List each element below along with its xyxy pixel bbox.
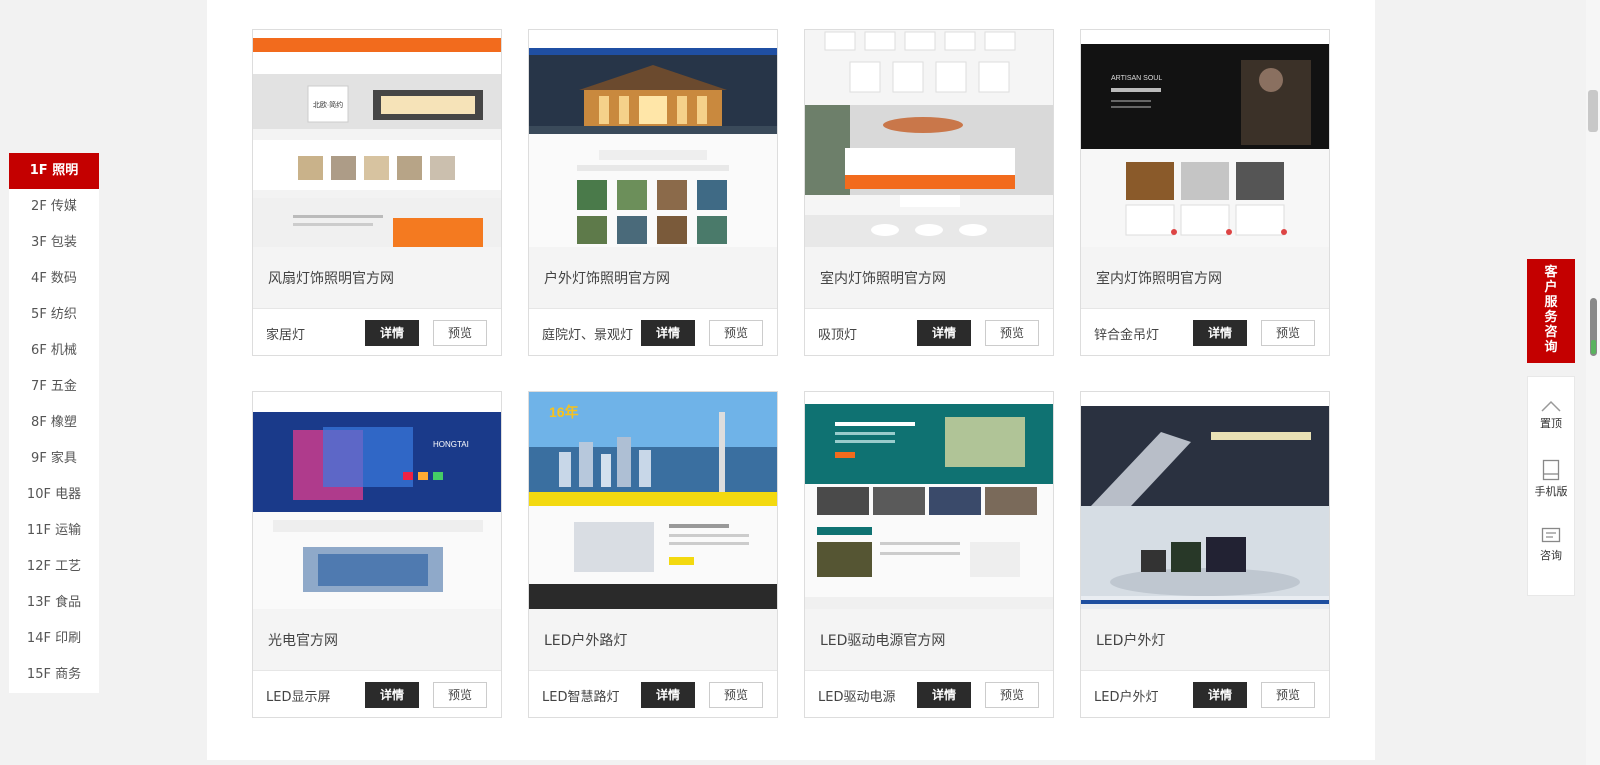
side-toolbar: 置顶 手机版 咨询	[1527, 376, 1575, 596]
floor-item-14f[interactable]: 14F 印刷	[9, 621, 99, 657]
preview-button[interactable]: 预览	[1261, 320, 1315, 346]
template-title[interactable]: 风扇灯饰照明官方网	[268, 268, 394, 288]
template-category: LED智慧路灯	[542, 690, 620, 705]
consult-button[interactable]: 咨询	[1528, 527, 1574, 563]
template-thumbnail[interactable]: HONGTAI	[253, 392, 501, 609]
template-card: 16年 LED户外路灯 LED智慧路灯 详情 预览	[528, 391, 778, 718]
mobile-version-button[interactable]: 手机版	[1528, 459, 1574, 499]
chevron-up-icon	[1541, 400, 1561, 412]
template-thumbnail[interactable]	[529, 30, 777, 247]
detail-button[interactable]: 详情	[365, 682, 419, 708]
template-title[interactable]: 室内灯饰照明官方网	[820, 268, 946, 288]
floor-item-12f[interactable]: 12F 工艺	[9, 549, 99, 585]
back-to-top-button[interactable]: 置顶	[1528, 399, 1574, 431]
template-thumbnail[interactable]	[1081, 392, 1329, 609]
floor-item-1f[interactable]: 1F 照明	[9, 153, 99, 189]
preview-button[interactable]: 预览	[709, 682, 763, 708]
template-card: HONGTAI 光电官方网 LED显示屏 详情 预览	[252, 391, 502, 718]
thumbnail-text: 16年	[549, 404, 579, 420]
template-card: LED户外灯 LED户外灯 详情 预览	[1080, 391, 1330, 718]
floor-nav: 1F 照明 2F 传媒 3F 包装 4F 数码 5F 纺织 6F 机械 7F 五…	[9, 153, 99, 693]
floor-item-2f[interactable]: 2F 传媒	[9, 189, 99, 225]
template-category: 吸顶灯	[818, 328, 858, 343]
template-card: ARTISAN SOUL 室内灯饰照明官方网 锌合金吊灯 详情 预览	[1080, 29, 1330, 356]
floor-item-7f[interactable]: 7F 五金	[9, 369, 99, 405]
detail-button[interactable]: 详情	[1193, 682, 1247, 708]
service-char: 务	[1544, 310, 1558, 325]
template-grid: 北欧·简约 风扇灯饰照明官方网 家居灯 详情 预览 户外灯饰照明官方网 庭院灯、…	[207, 0, 1375, 760]
detail-button[interactable]: 详情	[641, 682, 695, 708]
service-char: 客	[1544, 265, 1558, 280]
template-title[interactable]: 户外灯饰照明官方网	[544, 268, 670, 288]
preview-button[interactable]: 预览	[1261, 682, 1315, 708]
template-title[interactable]: LED驱动电源官方网	[820, 630, 945, 650]
template-thumbnail[interactable]: 16年	[529, 392, 777, 609]
template-category: 庭院灯、景观灯	[542, 328, 634, 343]
floor-item-10f[interactable]: 10F 电器	[9, 477, 99, 513]
template-category: 家居灯	[266, 328, 306, 343]
preview-button[interactable]: 预览	[985, 682, 1039, 708]
template-category: 锌合金吊灯	[1094, 328, 1160, 343]
preview-button[interactable]: 预览	[433, 682, 487, 708]
template-card: 北欧·简约 风扇灯饰照明官方网 家居灯 详情 预览	[252, 29, 502, 356]
floor-item-8f[interactable]: 8F 橡塑	[9, 405, 99, 441]
customer-service-button[interactable]: 客 户 服 务 咨 询	[1527, 259, 1575, 363]
service-char: 咨	[1544, 325, 1558, 340]
detail-button[interactable]: 详情	[641, 320, 695, 346]
service-char: 询	[1544, 340, 1558, 355]
template-thumbnail[interactable]: ARTISAN SOUL	[1081, 30, 1329, 247]
thumbnail-text: HONGTAI	[433, 440, 469, 449]
mobile-icon	[1542, 459, 1560, 481]
thumbnail-text: 北欧·简约	[313, 100, 343, 109]
preview-button[interactable]: 预览	[433, 320, 487, 346]
floor-item-9f[interactable]: 9F 家具	[9, 441, 99, 477]
floor-item-5f[interactable]: 5F 纺织	[9, 297, 99, 333]
template-category: LED驱动电源	[818, 690, 896, 705]
detail-button[interactable]: 详情	[1193, 320, 1247, 346]
template-title[interactable]: LED户外路灯	[544, 630, 627, 650]
floor-item-13f[interactable]: 13F 食品	[9, 585, 99, 621]
template-title[interactable]: LED户外灯	[1096, 630, 1165, 650]
floor-item-11f[interactable]: 11F 运输	[9, 513, 99, 549]
tool-label: 手机版	[1534, 485, 1568, 498]
floor-item-15f[interactable]: 15F 商务	[9, 657, 99, 693]
message-icon	[1541, 527, 1561, 543]
template-category: LED户外灯	[1094, 690, 1159, 705]
template-card: 室内灯饰照明官方网 吸顶灯 详情 预览	[804, 29, 1054, 356]
thumbnail-text: ARTISAN SOUL	[1111, 75, 1162, 82]
template-title[interactable]: 室内灯饰照明官方网	[1096, 268, 1222, 288]
template-title[interactable]: 光电官方网	[268, 630, 338, 650]
template-thumbnail[interactable]	[805, 392, 1053, 609]
mini-scroll-highlight	[1591, 340, 1596, 354]
page-scrollbar-thumb[interactable]	[1588, 90, 1598, 132]
tool-label: 置顶	[1540, 417, 1562, 430]
floor-item-6f[interactable]: 6F 机械	[9, 333, 99, 369]
template-thumbnail[interactable]	[805, 30, 1053, 247]
tool-label: 咨询	[1540, 549, 1562, 562]
template-card: LED驱动电源官方网 LED驱动电源 详情 预览	[804, 391, 1054, 718]
template-category: LED显示屏	[266, 690, 331, 705]
floor-item-3f[interactable]: 3F 包装	[9, 225, 99, 261]
detail-button[interactable]: 详情	[917, 682, 971, 708]
template-thumbnail[interactable]: 北欧·简约	[253, 30, 501, 247]
service-char: 户	[1544, 280, 1558, 295]
floor-item-4f[interactable]: 4F 数码	[9, 261, 99, 297]
preview-button[interactable]: 预览	[709, 320, 763, 346]
detail-button[interactable]: 详情	[917, 320, 971, 346]
template-card: 户外灯饰照明官方网 庭院灯、景观灯 详情 预览	[528, 29, 778, 356]
detail-button[interactable]: 详情	[365, 320, 419, 346]
preview-button[interactable]: 预览	[985, 320, 1039, 346]
service-char: 服	[1544, 295, 1558, 310]
